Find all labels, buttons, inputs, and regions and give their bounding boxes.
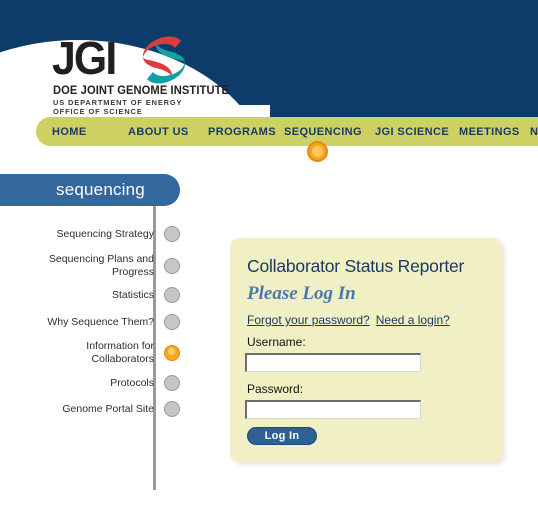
password-input[interactable] [245,400,421,419]
sidebar-dot-icon [164,314,180,330]
sidebar-item-sequencing-strategy[interactable]: Sequencing Strategy [0,226,180,242]
login-subtitle: Please Log In [247,283,356,304]
section-sidebar: Sequencing Strategy Sequencing Plans and … [0,206,180,506]
log-in-button[interactable]: Log In [247,427,317,445]
main-navigation: HOME ABOUT US PROGRAMS SEQUENCING JGI SCIENC… [36,117,538,146]
section-banner-label: sequencing [56,180,145,199]
sidebar-item-label: Sequencing Strategy [56,227,154,240]
sidebar-dot-icon [164,226,180,242]
jgi-wordmark: JGI [52,32,117,84]
logo-tagline-office: OFFICE OF SCIENCE [53,107,143,116]
active-section-dot-icon [307,141,328,162]
jgi-s-swoosh-icon [134,35,186,90]
sidebar-item-label: Genome Portal Site [62,402,154,415]
need-a-login-link[interactable]: Need a login? [376,313,450,327]
sidebar-item-protocols[interactable]: Protocols [0,375,180,391]
sidebar-dot-icon [164,287,180,303]
page-title: Collaborator Status Reporter [247,256,465,276]
sidebar-item-genome-portal-site[interactable]: Genome Portal Site [0,401,180,417]
sidebar-dot-icon [164,257,180,274]
forgot-password-link[interactable]: Forgot your password? [247,313,370,327]
nav-item-sequencing[interactable]: SEQUENCING [284,126,362,138]
password-label: Password: [247,382,304,396]
sidebar-active-dot-icon [164,344,180,361]
sidebar-item-label: Sequencing Plans and Progress [48,253,154,278]
username-label: Username: [247,335,306,349]
sidebar-item-label: Protocols [110,376,154,389]
collaborator-login-panel: Collaborator Status Reporter Please Log … [230,238,502,462]
nav-item-home[interactable]: HOME [52,126,87,138]
sidebar-item-label: Statistics [111,288,154,301]
logo-tagline-institute: DOE JOINT GENOME INSTITUTE [53,85,230,97]
nav-item-meetings[interactable]: MEETINGS [459,126,520,138]
sidebar-item-label: Information for Collaborators [86,340,154,365]
jgi-logo[interactable]: JGI DOE JOINT GENOME INSTITUTE US DEPART… [52,32,252,116]
login-help-links: Forgot your password? Need a login? [247,311,450,329]
nav-item-jgi-science[interactable]: JGI SCIENCE [375,126,449,138]
sidebar-item-statistics[interactable]: Statistics [0,287,180,303]
sidebar-item-label: Why Sequence Them? [47,315,154,328]
username-input[interactable] [245,353,421,372]
logo-tagline-doe: US DEPARTMENT OF ENERGY [53,98,183,107]
sidebar-item-sequencing-plans-and-progress[interactable]: Sequencing Plans and Progress [0,253,180,278]
sidebar-item-why-sequence-them[interactable]: Why Sequence Them? [0,314,180,330]
nav-item-n[interactable]: N [530,126,538,138]
section-banner: sequencing [0,174,180,206]
nav-item-programs[interactable]: PROGRAMS [208,126,276,138]
nav-item-about-us[interactable]: ABOUT US [128,126,189,138]
sidebar-dot-icon [164,375,180,391]
sidebar-dot-icon [164,401,180,417]
sidebar-item-information-for-collaborators[interactable]: Information for Collaborators [0,340,180,365]
